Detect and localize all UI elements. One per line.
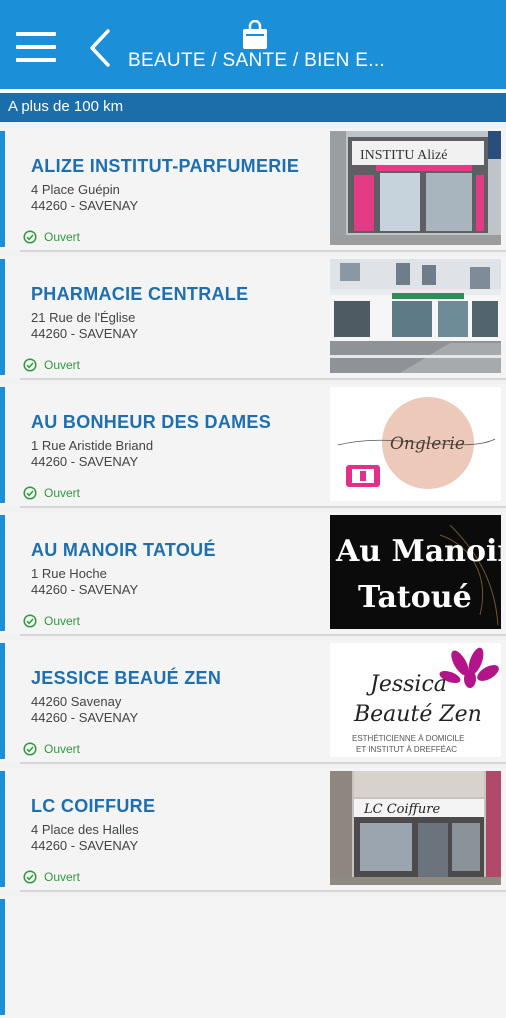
card-accent <box>0 515 5 631</box>
card-accent <box>0 387 5 503</box>
logo-subtitle-line1: ESTHÉTICIENNE À DOMICILE <box>352 734 464 743</box>
check-circle-icon <box>23 870 37 884</box>
shop-sign-text: LC Coiffure <box>363 802 440 817</box>
status-label: Ouvert <box>44 614 81 628</box>
logo-text-line2: Tatoué <box>358 580 472 615</box>
card-accent <box>0 259 5 375</box>
status-label: Ouvert <box>44 486 81 500</box>
card-accent <box>0 771 5 887</box>
shop-photo: LC Coiffure <box>330 771 501 885</box>
check-circle-icon <box>23 614 37 628</box>
check-circle-icon <box>23 230 37 244</box>
shop-city: 44260 - SAVENAY <box>31 198 139 213</box>
shop-address: 21 Rue de l'Église <box>31 310 136 325</box>
shop-photo: Onglerie <box>330 387 501 501</box>
shop-sign-text: INSTITU Alizé <box>360 148 447 163</box>
status-label: Ouvert <box>44 358 81 372</box>
logo-text-line1: Au Manoir <box>335 534 501 569</box>
shop-card[interactable]: LC COIFFURE 4 Place des Halles 44260 - S… <box>0 768 506 892</box>
shop-card[interactable] <box>0 896 506 1018</box>
shop-name: AU MANOIR TATOUÉ <box>31 540 216 560</box>
shop-name: AU BONHEUR DES DAMES <box>31 412 272 432</box>
app-header: BEAUTE / SANTE / BIEN E... <box>0 0 506 89</box>
page-title: BEAUTE / SANTE / BIEN E... <box>128 50 385 71</box>
status-label: Ouvert <box>44 230 81 244</box>
check-circle-icon <box>23 742 37 756</box>
check-circle-icon <box>23 486 37 500</box>
logo-text: Onglerie <box>390 434 465 454</box>
distance-section-header: A plus de 100 km <box>0 93 506 122</box>
logo-text-line1: Jessica <box>366 672 447 697</box>
card-divider <box>20 250 506 252</box>
card-divider <box>20 762 506 764</box>
shop-address: 4 Place des Halles <box>31 822 139 837</box>
shop-name: LC COIFFURE <box>31 796 156 816</box>
shop-name: JESSICE BEAUÉ ZEN <box>31 668 222 688</box>
shop-city: 44260 - SAVENAY <box>31 454 139 469</box>
shop-address: 44260 Savenay <box>31 694 122 709</box>
check-circle-icon <box>23 358 37 372</box>
shop-card[interactable]: PHARMACIE CENTRALE 21 Rue de l'Église 44… <box>0 256 506 380</box>
card-divider <box>20 634 506 636</box>
card-accent <box>0 131 5 247</box>
shop-address: 4 Place Guépin <box>31 182 120 197</box>
shop-card[interactable]: JESSICE BEAUÉ ZEN 44260 Savenay 44260 - … <box>0 640 506 764</box>
shop-address: 1 Rue Aristide Briand <box>31 438 154 453</box>
shop-photo: Jessica Beauté Zen ESTHÉTICIENNE À DOMIC… <box>330 643 501 757</box>
shop-photo: INSTITU Alizé <box>330 131 501 245</box>
card-divider <box>20 890 506 892</box>
shop-card[interactable]: AU MANOIR TATOUÉ 1 Rue Hoche 44260 - SAV… <box>0 512 506 636</box>
card-accent <box>0 643 5 759</box>
shop-city: 44260 - SAVENAY <box>31 710 139 725</box>
distance-label: A plus de 100 km <box>8 98 124 115</box>
shop-city: 44260 - SAVENAY <box>31 326 139 341</box>
status-label: Ouvert <box>44 870 81 884</box>
chevron-left-icon[interactable] <box>86 28 114 68</box>
shop-card[interactable]: ALIZE INSTITUT-PARFUMERIE 4 Place Guépin… <box>0 128 506 252</box>
shop-name: ALIZE INSTITUT-PARFUMERIE <box>31 156 300 176</box>
shop-card[interactable]: AU BONHEUR DES DAMES 1 Rue Aristide Bria… <box>0 384 506 508</box>
shop-photo <box>330 259 501 373</box>
card-accent <box>0 899 5 1015</box>
shop-city: 44260 - SAVENAY <box>31 582 139 597</box>
hamburger-menu-icon[interactable] <box>16 32 56 64</box>
status-label: Ouvert <box>44 742 81 756</box>
logo-text-line2: Beauté Zen <box>353 702 482 727</box>
logo-subtitle-line2: ET INSTITUT À DREFFÉAC <box>356 745 457 754</box>
card-divider <box>20 378 506 380</box>
shop-photo: Au Manoir Tatoué <box>330 515 501 629</box>
card-divider <box>20 506 506 508</box>
shop-address: 1 Rue Hoche <box>31 566 107 581</box>
shop-city: 44260 - SAVENAY <box>31 838 139 853</box>
shop-name: PHARMACIE CENTRALE <box>31 284 249 304</box>
shopping-bag-icon <box>241 19 269 50</box>
